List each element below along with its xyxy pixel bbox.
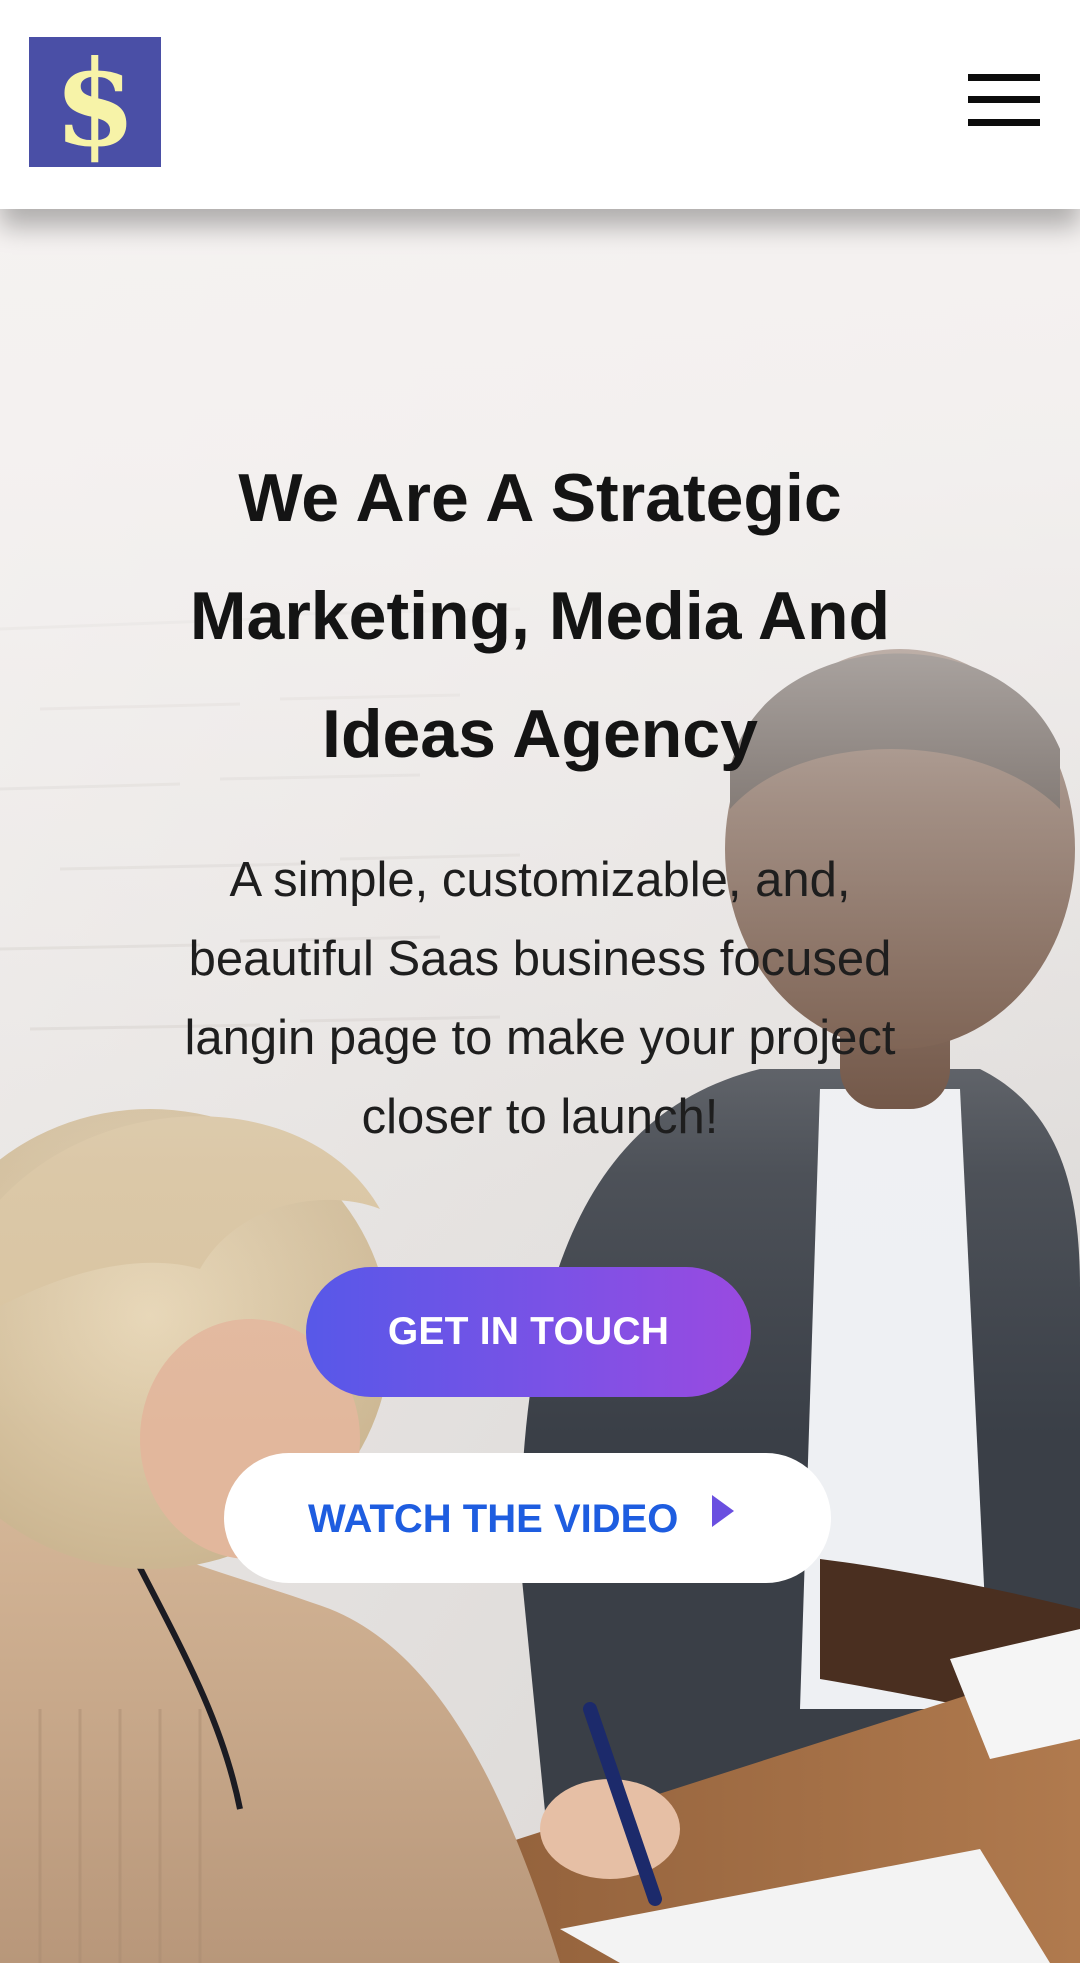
hero-section: We Are A Strategic Marketing, Media And … <box>0 209 1080 1963</box>
dollar-logo-icon: $ <box>53 34 137 173</box>
site-header: $ <box>0 0 1080 209</box>
watch-video-label: WATCH THE VIDEO <box>308 1497 679 1541</box>
play-icon <box>712 1495 734 1527</box>
watch-video-button[interactable]: WATCH THE VIDEO <box>224 1453 831 1583</box>
site-logo[interactable]: $ <box>29 37 161 167</box>
menu-bar-bottom <box>968 119 1040 126</box>
hamburger-menu-icon[interactable] <box>968 74 1040 126</box>
menu-bar-top <box>968 74 1040 81</box>
get-in-touch-button[interactable]: GET IN TOUCH <box>306 1267 751 1397</box>
get-in-touch-label: GET IN TOUCH <box>387 1310 670 1353</box>
hero-content: We Are A Strategic Marketing, Media And … <box>0 209 1080 1963</box>
menu-bar-middle <box>968 96 1040 103</box>
landing-page: $ We Are A Strategic Marketing, Media An… <box>0 0 1080 1963</box>
hero-subtitle: A simple, customizable, and, beautiful S… <box>184 853 896 1144</box>
hero-title: We Are A Strategic Marketing, Media And … <box>189 460 891 772</box>
